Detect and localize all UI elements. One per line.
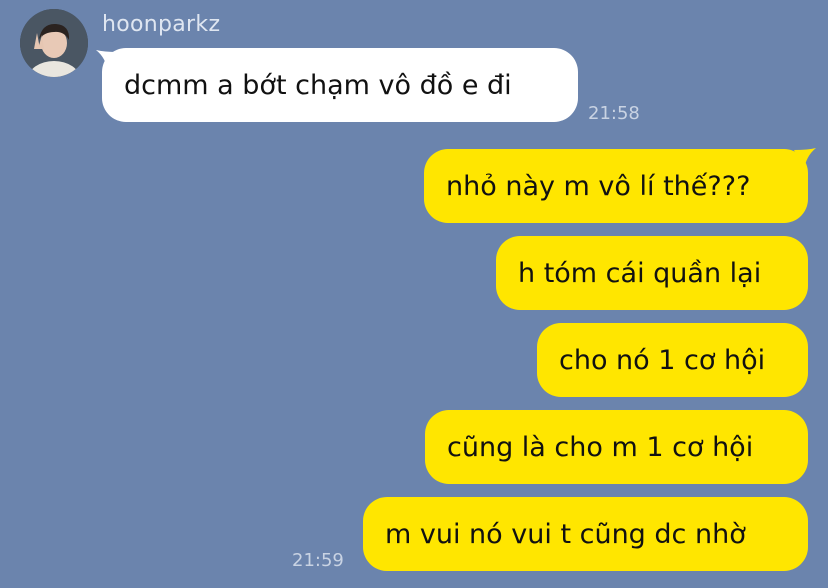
incoming-message-bubble[interactable]: dcmm a bớt chạm vô đồ e đi (102, 48, 578, 122)
message-text: cũng là cho m 1 cơ hội (447, 431, 754, 463)
message-text: dcmm a bớt chạm vô đồ e đi (124, 69, 512, 101)
message-text: m vui nó vui t cũng dc nhờ (385, 518, 746, 550)
avatar-image (20, 9, 88, 77)
outgoing-message-bubble[interactable]: nhỏ này m vô lí thế??? (424, 149, 808, 223)
message-timestamp: 21:58 (588, 103, 640, 124)
message-text: h tóm cái quần lại (518, 257, 762, 289)
outgoing-message-bubble[interactable]: h tóm cái quần lại (496, 236, 808, 310)
message-timestamp: 21:59 (292, 550, 344, 571)
sender-name: hoonparkz (102, 12, 221, 37)
message-text: cho nó 1 cơ hội (559, 344, 766, 376)
outgoing-message-bubble[interactable]: cũng là cho m 1 cơ hội (425, 410, 808, 484)
avatar[interactable] (20, 9, 88, 77)
message-text: nhỏ này m vô lí thế??? (446, 170, 751, 202)
outgoing-message-bubble[interactable]: cho nó 1 cơ hội (537, 323, 808, 397)
outgoing-message-bubble[interactable]: m vui nó vui t cũng dc nhờ (363, 497, 808, 571)
